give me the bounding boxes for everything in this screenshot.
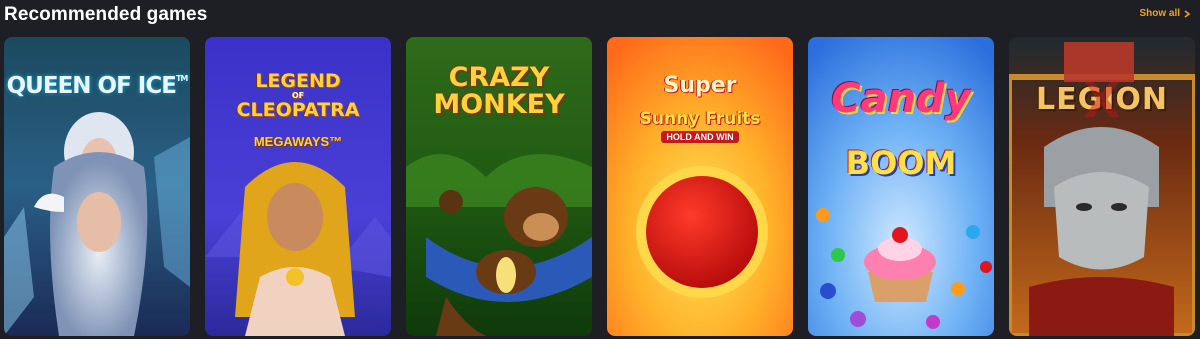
game-subtitle-hold-and-win: HOLD AND WIN (607, 131, 793, 143)
game-logo-sunny-fruits: Sunny Fruits (639, 109, 761, 129)
game-logo-line2: MONKEY (433, 89, 565, 120)
game-card-legion-x[interactable]: LEGION X (1009, 37, 1195, 336)
game-logo-boom: BOOM (845, 144, 957, 182)
game-logo-numeral: X (1083, 73, 1121, 129)
game-logo-legend-of-cleopatra: LEGEND OF CLEOPATRA (205, 72, 391, 120)
game-logo-line2: CLEOPATRA (236, 99, 360, 121)
game-card-queen-of-ice[interactable]: QUEEN OF ICETM (4, 37, 190, 336)
section-header: Recommended games Show all (0, 0, 1200, 32)
show-all-label: Show all (1139, 8, 1180, 19)
game-card-candy-boom[interactable]: Candy BOOM (808, 37, 994, 336)
games-row: QUEEN OF ICETM LEGEND OF CLEOPATRA MEGAW… (4, 37, 1196, 336)
game-subtitle-megaways: MEGAWAYS™ (253, 134, 343, 149)
hold-and-win-badge: HOLD AND WIN (661, 131, 739, 143)
game-card-legend-of-cleopatra[interactable]: LEGEND OF CLEOPATRA MEGAWAYS™ (205, 37, 391, 336)
game-logo-text: QUEEN OF ICE (6, 73, 177, 99)
game-card-super-sunny-fruits[interactable]: Super Sunny Fruits HOLD AND WIN (607, 37, 793, 336)
game-logo-queen-of-ice: QUEEN OF ICETM (4, 75, 190, 98)
game-logo-crazy-monkey: CRAZY MONKEY (406, 64, 592, 118)
game-logo-line1: CRAZY (448, 62, 550, 93)
trademark-mark: TM (175, 74, 188, 83)
game-logo-candy: Candy (831, 76, 971, 122)
game-logo-super: Super (663, 73, 737, 98)
show-all-link[interactable]: Show all (1139, 8, 1191, 19)
chevron-right-icon (1184, 9, 1191, 18)
game-card-crazy-monkey[interactable]: CRAZY MONKEY (406, 37, 592, 336)
section-title: Recommended games (4, 4, 208, 25)
game-logo-line1: LEGEND (255, 70, 341, 92)
